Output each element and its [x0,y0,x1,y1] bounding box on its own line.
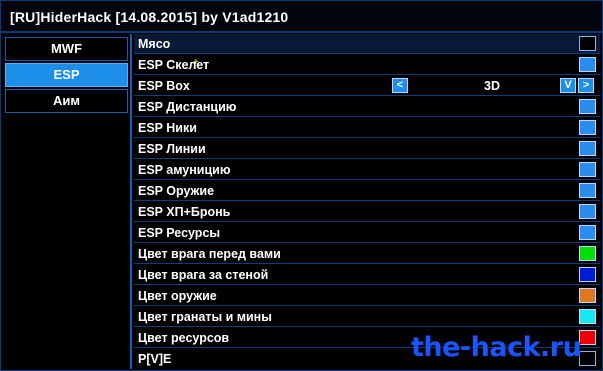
enemy-wall-color-swatch[interactable] [579,267,596,282]
setting-row-meat: Мясо [134,34,600,54]
setting-row-esp-lines: ESP Линии [134,139,600,159]
setting-label: Цвет ресурсов [138,331,230,345]
resources-color-swatch[interactable] [579,330,596,345]
setting-label: ESP амуницию [138,163,231,177]
setting-label: ESP Ресурсы [138,226,221,240]
settings-list: Мясо ESP Скелет ESP Box < 3D V > ESP Дис… [134,34,602,370]
setting-row-esp-weapon: ESP Оружие [134,181,600,201]
setting-label: Цвет врага за стеной [138,268,269,282]
box-next-button[interactable]: > [578,78,594,93]
esp-lines-checkbox[interactable] [579,141,596,156]
watermark: the-hack.ru [411,332,582,363]
esp-hp-armor-checkbox[interactable] [579,204,596,219]
setting-row-esp-skeleton: ESP Скелет [134,55,600,75]
setting-label: ESP Оружие [138,184,215,198]
setting-label: Цвет гранаты и мины [138,310,272,324]
esp-skeleton-checkbox[interactable] [579,57,596,72]
setting-label: ESP Box [138,79,190,93]
weapon-color-swatch[interactable] [579,288,596,303]
setting-row-esp-box: ESP Box < 3D V > [134,76,600,96]
setting-row-grenade-color: Цвет гранаты и мины [134,307,600,327]
box-dropdown-button[interactable]: V [560,78,576,93]
setting-row-enemy-wall-color: Цвет врага за стеной [134,265,600,285]
sidebar-item-esp[interactable]: ESP [5,63,128,87]
meat-checkbox[interactable] [579,36,596,51]
setting-row-esp-hp-armor: ESP ХП+Бронь [134,202,600,222]
esp-weapon-checkbox[interactable] [579,183,596,198]
setting-label: Цвет оружие [138,289,217,303]
sidebar-item-mwf[interactable]: MWF [5,37,128,61]
setting-label: Цвет врага перед вами [138,247,281,261]
esp-distance-checkbox[interactable] [579,99,596,114]
grenade-color-swatch[interactable] [579,309,596,324]
setting-row-esp-resources: ESP Ресурсы [134,223,600,243]
pve-checkbox[interactable] [579,351,596,366]
cheat-menu-window: [RU]HiderHack [14.08.2015] by V1ad1210 M… [0,0,603,371]
setting-row-esp-distance: ESP Дистанцию [134,97,600,117]
mouse-cursor-icon: + [193,57,199,68]
esp-ammo-checkbox[interactable] [579,162,596,177]
setting-row-weapon-color: Цвет оружие [134,286,600,306]
setting-label: ESP Линии [138,142,206,156]
setting-label: ESP ХП+Бронь [138,205,231,219]
enemy-visible-color-swatch[interactable] [579,246,596,261]
box-mode-value: 3D [484,79,500,93]
setting-row-esp-ammo: ESP амуницию [134,160,600,180]
setting-label: ESP Дистанцию [138,100,237,114]
esp-names-checkbox[interactable] [579,120,596,135]
setting-label: P[V]E [138,352,172,366]
esp-resources-checkbox[interactable] [579,225,596,240]
window-title: [RU]HiderHack [14.08.2015] by V1ad1210 [1,1,602,33]
sidebar: MWF ESP Аим [3,34,132,369]
setting-label: Мясо [138,37,171,51]
setting-row-esp-names: ESP Ники [134,118,600,138]
setting-label: ESP Ники [138,121,197,135]
sidebar-item-aim[interactable]: Аим [5,89,128,113]
box-prev-button[interactable]: < [392,78,408,93]
setting-row-enemy-visible-color: Цвет врага перед вами [134,244,600,264]
